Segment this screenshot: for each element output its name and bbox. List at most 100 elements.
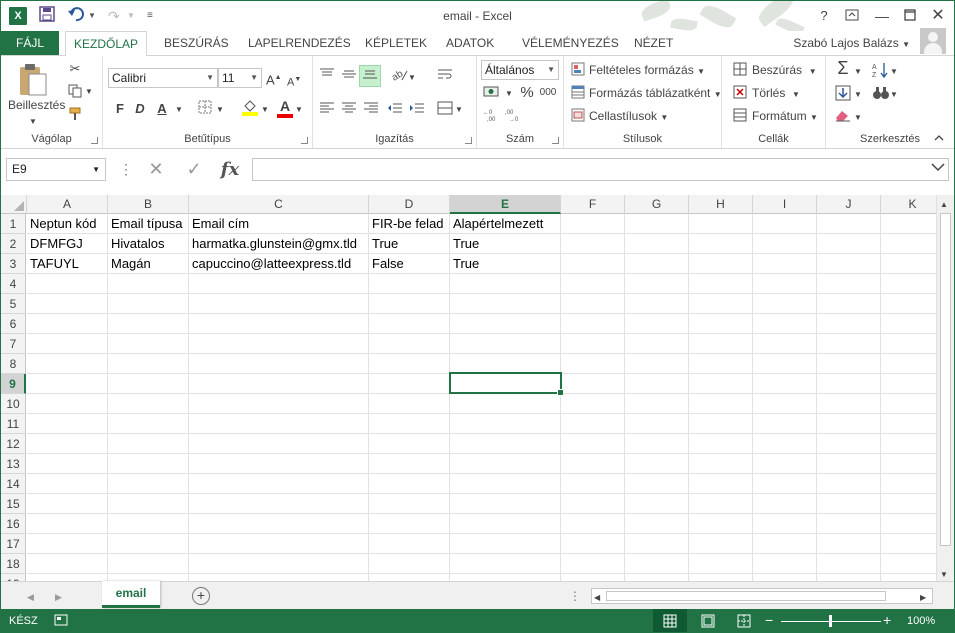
cell-b11[interactable] [108,414,189,434]
cell-b10[interactable] [108,394,189,414]
cell-f16[interactable] [561,514,625,534]
cell-d18[interactable] [369,554,450,574]
format-cells-icon[interactable] [732,108,748,126]
cell-c12[interactable] [189,434,369,454]
cell-b7[interactable] [108,334,189,354]
cell-e17[interactable] [450,534,561,554]
row-header-2[interactable]: 2 [1,234,26,254]
cell-h1[interactable] [689,214,753,234]
wrap-text-icon[interactable] [437,68,453,84]
cell-d4[interactable] [369,274,450,294]
cell-j12[interactable] [817,434,881,454]
cell-f13[interactable] [561,454,625,474]
cell-j18[interactable] [817,554,881,574]
copy-icon[interactable] [67,84,83,102]
cell-k9[interactable] [881,374,936,394]
cell-i3[interactable] [753,254,817,274]
autosum-icon[interactable]: Σ [834,59,852,77]
cell-e12[interactable] [450,434,561,454]
sort-filter-icon[interactable]: AZ [872,62,890,82]
cell-k12[interactable] [881,434,936,454]
cell-h19[interactable] [689,574,753,581]
cell-d14[interactable] [369,474,450,494]
cell-j5[interactable] [817,294,881,314]
clear-dropdown-icon[interactable]: ▼ [854,110,862,126]
column-header-a[interactable]: A [27,195,108,214]
cell-e6[interactable] [450,314,561,334]
dialog-launcher-icon[interactable] [465,137,472,144]
cell-a18[interactable] [27,554,108,574]
cell-g7[interactable] [625,334,689,354]
cell-d11[interactable] [369,414,450,434]
cell-f2[interactable] [561,234,625,254]
cell-g3[interactable] [625,254,689,274]
cell-e2[interactable]: True [450,234,561,254]
cell-h5[interactable] [689,294,753,314]
cell-k16[interactable] [881,514,936,534]
cell-h15[interactable] [689,494,753,514]
font-color-dropdown-icon[interactable]: ▼ [295,102,303,118]
cell-d3[interactable]: False [369,254,450,274]
select-all-corner[interactable] [1,195,27,214]
cell-c17[interactable] [189,534,369,554]
fill-color-dropdown-icon[interactable]: ▼ [261,102,269,118]
cell-a3[interactable]: TAFUYL [27,254,108,274]
cell-j7[interactable] [817,334,881,354]
column-header-j[interactable]: J [817,195,881,214]
cell-j8[interactable] [817,354,881,374]
column-header-d[interactable]: D [369,195,450,214]
borders-dropdown-icon[interactable]: ▼ [216,102,224,118]
row-header-6[interactable]: 6 [1,314,26,334]
row-header-18[interactable]: 18 [1,554,26,574]
cell-h12[interactable] [689,434,753,454]
cell-k15[interactable] [881,494,936,514]
macro-record-icon[interactable] [53,613,69,631]
percent-button[interactable]: % [519,85,535,101]
sort-filter-dropdown-icon[interactable]: ▼ [890,64,898,80]
cell-k6[interactable] [881,314,936,334]
cell-d2[interactable]: True [369,234,450,254]
cell-a16[interactable] [27,514,108,534]
cell-k7[interactable] [881,334,936,354]
cell-j1[interactable] [817,214,881,234]
cell-a8[interactable] [27,354,108,374]
cell-j16[interactable] [817,514,881,534]
selected-cell[interactable] [449,372,564,396]
row-header-14[interactable]: 14 [1,474,26,494]
borders-icon[interactable] [197,100,213,118]
cell-e3[interactable]: True [450,254,561,274]
format-cells-button[interactable]: Formátum ▼ [752,109,818,123]
cell-a17[interactable] [27,534,108,554]
cell-c16[interactable] [189,514,369,534]
cell-k17[interactable] [881,534,936,554]
maximize-icon[interactable] [899,6,921,26]
cell-g11[interactable] [625,414,689,434]
cell-b17[interactable] [108,534,189,554]
cell-d5[interactable] [369,294,450,314]
cell-b8[interactable] [108,354,189,374]
cell-b12[interactable] [108,434,189,454]
cell-a13[interactable] [27,454,108,474]
row-header-7[interactable]: 7 [1,334,26,354]
cell-i8[interactable] [753,354,817,374]
accounting-format-icon[interactable] [483,85,501,103]
user-name[interactable]: Szabó Lajos Balázs ▼ [793,36,910,50]
cell-i1[interactable] [753,214,817,234]
cell-i6[interactable] [753,314,817,334]
find-select-icon[interactable] [872,85,890,105]
cell-i18[interactable] [753,554,817,574]
cell-h3[interactable] [689,254,753,274]
delete-cells-icon[interactable] [732,85,748,103]
font-name-combo[interactable]: Calibri ▼ [108,68,218,88]
cell-g2[interactable] [625,234,689,254]
cell-i13[interactable] [753,454,817,474]
cell-c8[interactable] [189,354,369,374]
vertical-scroll-thumb[interactable] [940,213,951,546]
cell-g1[interactable] [625,214,689,234]
orientation-dropdown-icon[interactable]: ▼ [408,70,416,86]
cell-i2[interactable] [753,234,817,254]
cell-a7[interactable] [27,334,108,354]
cell-a4[interactable] [27,274,108,294]
cell-g12[interactable] [625,434,689,454]
decrease-decimal-icon[interactable]: ,00 →0 [505,108,523,126]
